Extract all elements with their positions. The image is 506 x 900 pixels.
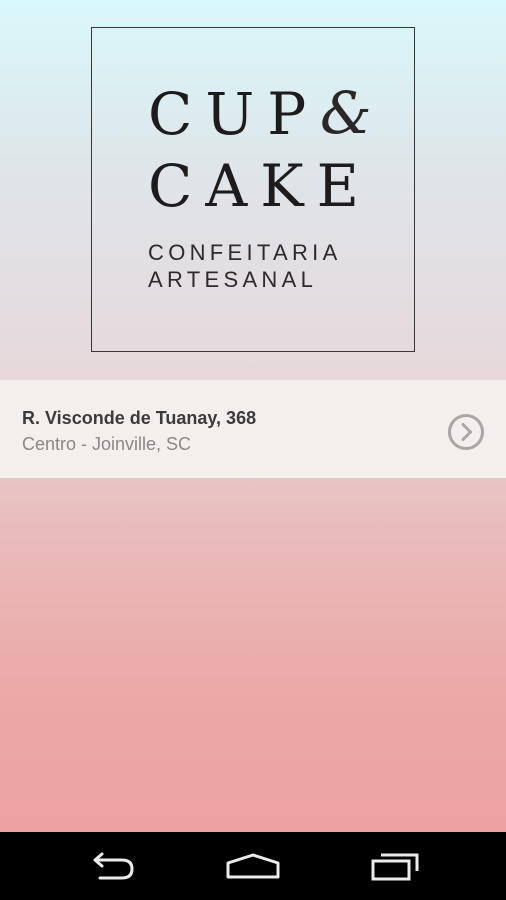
logo-word-cake: CAKE: [148, 152, 372, 220]
chevron-right-circle-icon[interactable]: [448, 414, 484, 450]
address-card[interactable]: R. Visconde de Tuanay, 368 Centro - Join…: [0, 380, 506, 478]
address-city: Centro - Joinville, SC: [22, 434, 192, 454]
address-street: R. Visconde de Tuanay, 368: [22, 408, 257, 428]
brand-logo: CUP & CAKE CONFEITARIA ARTESANAL: [91, 27, 415, 352]
logo-tagline-confeitaria: CONFEITARIA: [148, 240, 342, 265]
logo-tagline-artesanal: ARTESANAL: [148, 267, 318, 292]
home-icon[interactable]: [203, 832, 303, 900]
system-navigation-bar: [0, 832, 506, 900]
recents-icon[interactable]: [346, 832, 446, 900]
logo-ampersand: &: [320, 79, 372, 147]
logo-word-cup: CUP: [148, 80, 320, 148]
back-icon[interactable]: [63, 832, 163, 900]
